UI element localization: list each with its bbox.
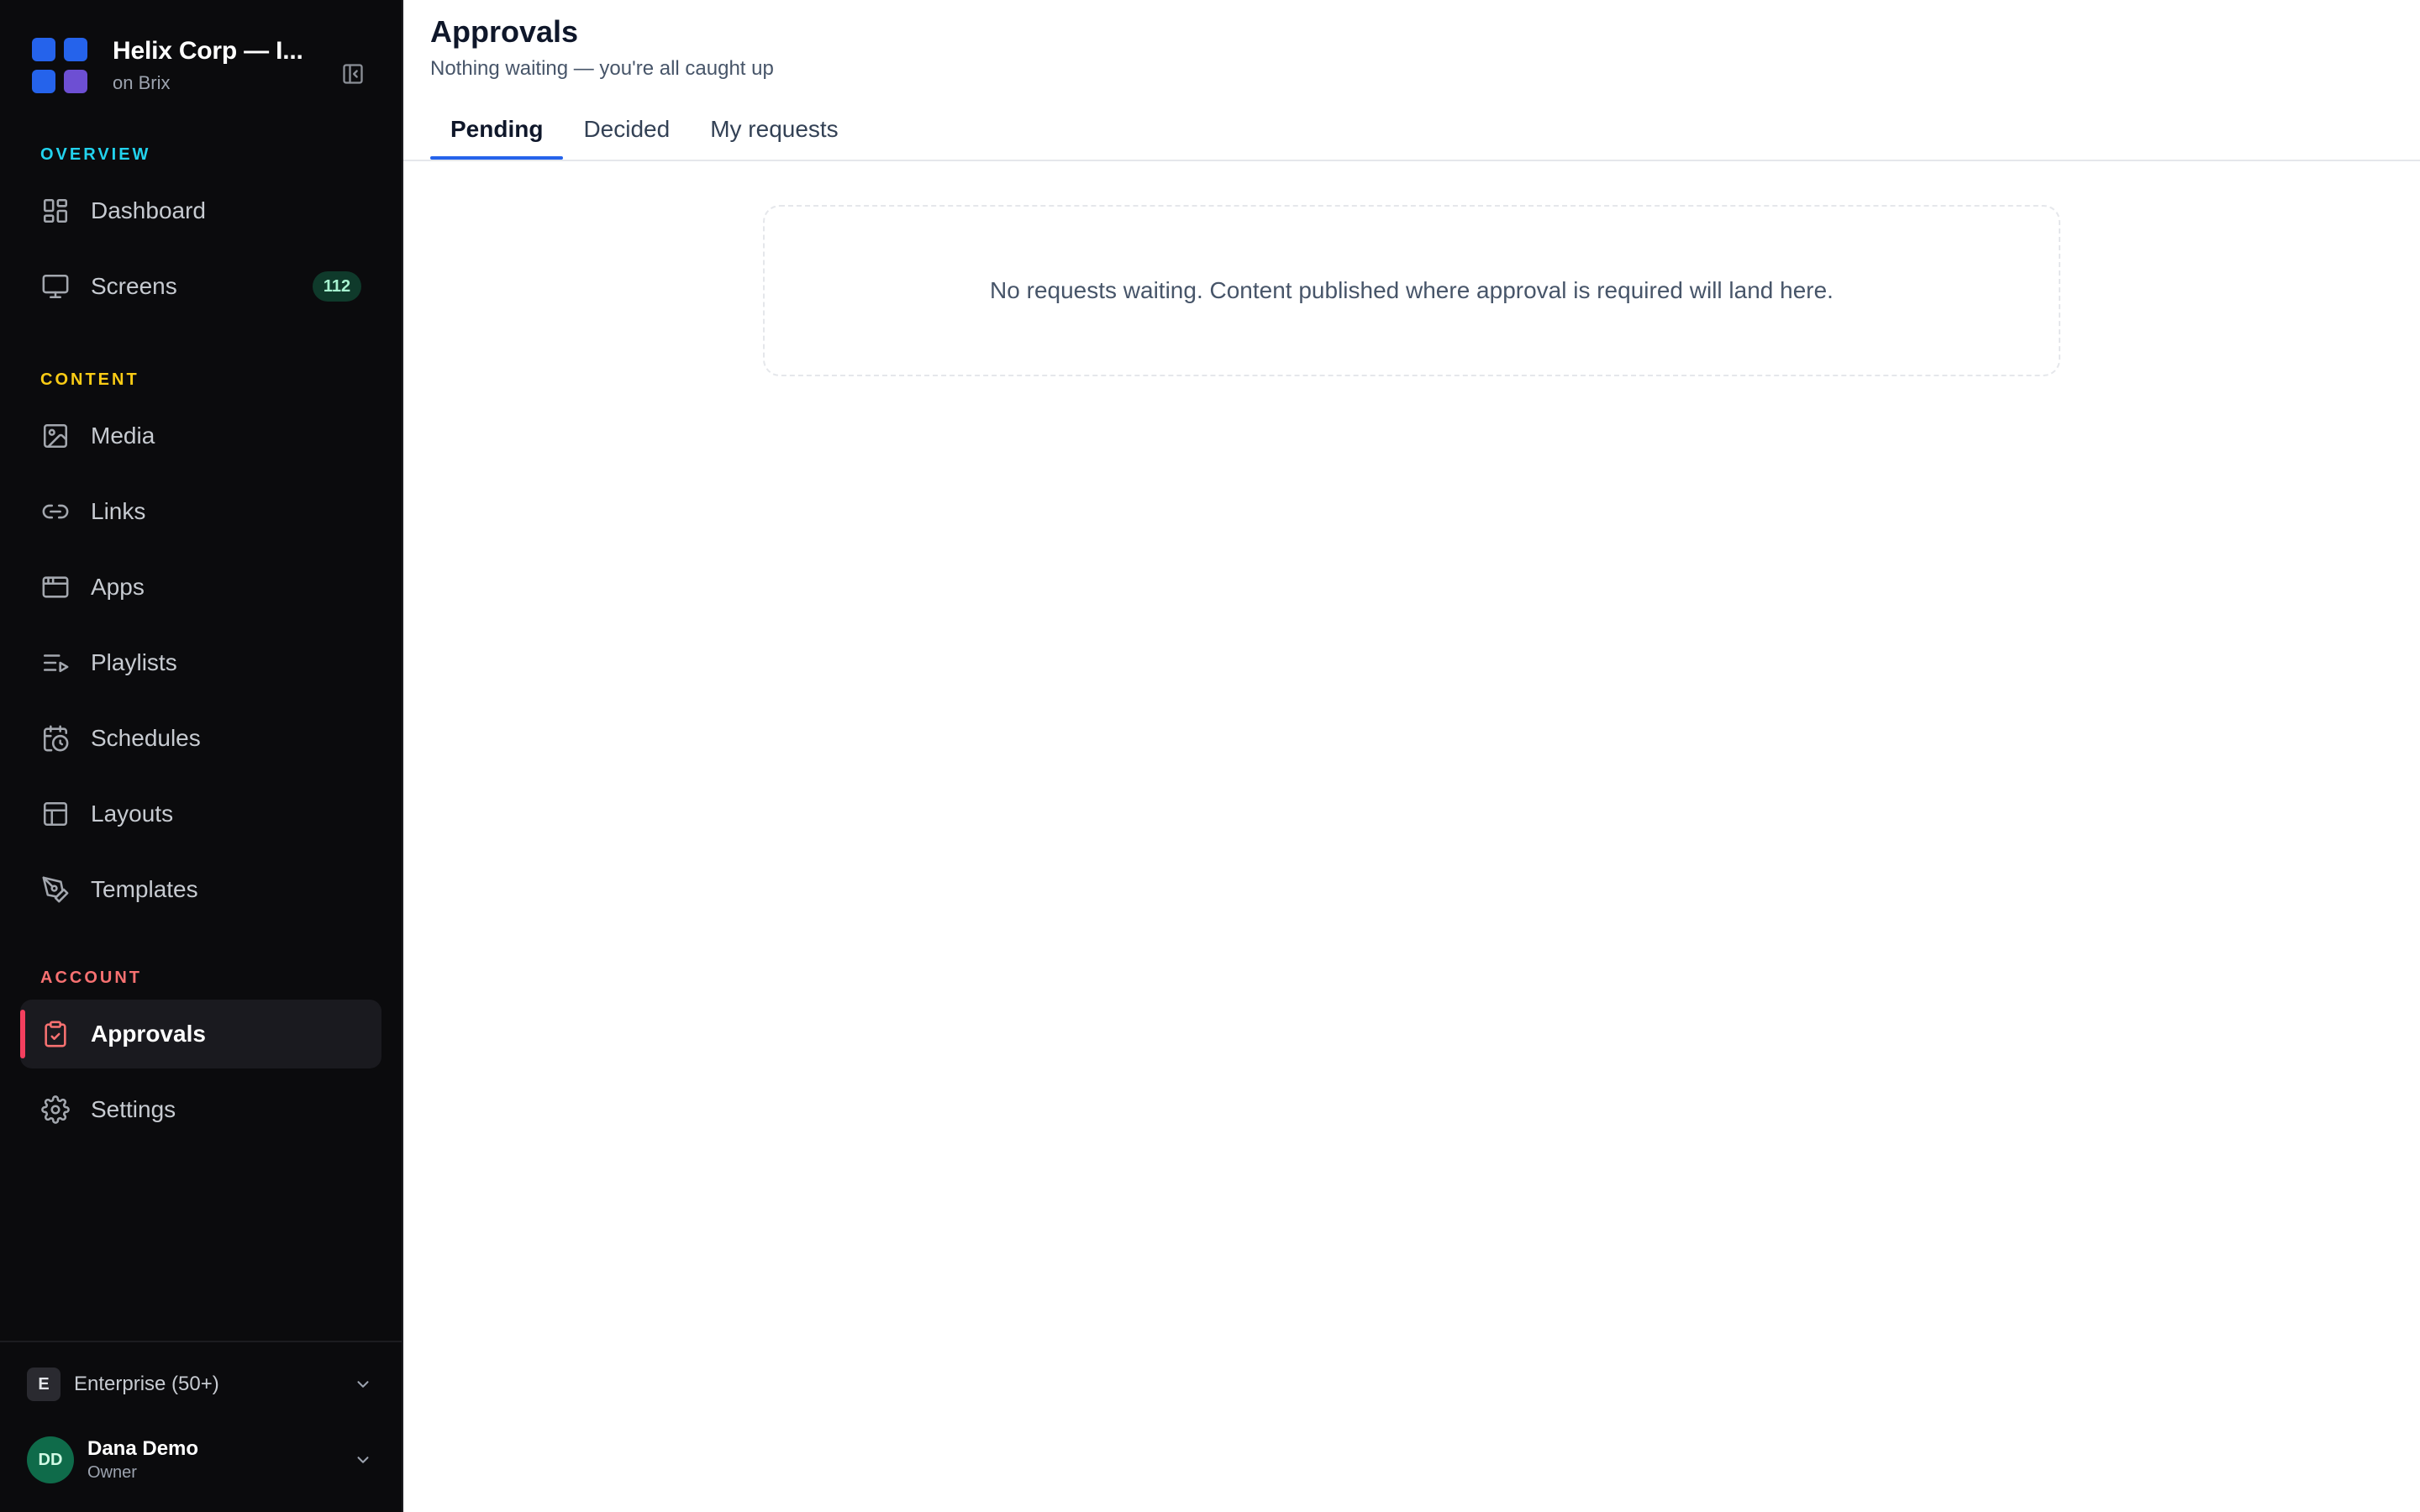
sidebar-item-label: Playlists (91, 649, 177, 675)
app-window-icon (40, 572, 71, 602)
page-title: Approvals (430, 14, 579, 49)
pen-tool-icon (40, 874, 71, 905)
empty-state-card: No requests waiting. Content published w… (763, 205, 2060, 376)
layout-icon (40, 799, 71, 829)
chevron-down-icon (351, 1373, 375, 1396)
collapse-sidebar-button[interactable] (339, 60, 366, 87)
sidebar-item-label: Screens (91, 273, 177, 299)
tab-decided[interactable]: Decided (563, 99, 690, 160)
brand-logo (32, 38, 87, 93)
section-label-content: CONTENT (40, 370, 139, 389)
sidebar-item-label: Apps (91, 574, 145, 600)
user-role: Owner (87, 1463, 137, 1482)
plan-selector[interactable]: E Enterprise (50+) (27, 1362, 375, 1406)
screens-count-badge: 112 (313, 271, 361, 302)
user-menu[interactable]: DD Dana Demo Owner (27, 1426, 375, 1494)
link-icon (40, 496, 71, 527)
sidebar-item-media[interactable]: Media (20, 402, 381, 470)
chevron-down-icon (351, 1448, 375, 1472)
logo-tile (64, 38, 87, 61)
main-content: Approvals Nothing waiting — you're all c… (403, 0, 2420, 1512)
calendar-clock-icon (40, 723, 71, 753)
sidebar-item-schedules[interactable]: Schedules (20, 704, 381, 773)
plan-chip: E (27, 1368, 60, 1401)
sidebar-item-templates[interactable]: Templates (20, 855, 381, 924)
sidebar-item-dashboard[interactable]: Dashboard (20, 176, 381, 245)
section-label-account: ACCOUNT (40, 969, 142, 987)
sidebar-item-playlists[interactable]: Playlists (20, 628, 381, 697)
approval-tabs: Pending Decided My requests (430, 99, 2420, 160)
user-name: Dana Demo (87, 1437, 199, 1460)
sidebar-item-label: Schedules (91, 725, 201, 751)
workspace-platform: on Brix (113, 72, 171, 93)
sidebar-item-label: Dashboard (91, 197, 206, 223)
plan-label: Enterprise (50+) (74, 1373, 219, 1395)
logo-tile (32, 70, 55, 93)
sidebar-item-approvals[interactable]: Approvals (20, 1000, 381, 1068)
sidebar-item-settings[interactable]: Settings (20, 1075, 381, 1144)
workspace-header[interactable]: Helix Corp — I... on Brix (0, 0, 402, 131)
tab-pending[interactable]: Pending (430, 99, 564, 160)
workspace-info: Helix Corp — I... on Brix (113, 35, 306, 96)
clipboard-check-icon (40, 1019, 71, 1049)
logo-tile (64, 70, 87, 93)
sidebar-item-label: Links (91, 498, 146, 524)
sidebar-item-label: Approvals (91, 1021, 206, 1047)
sidebar-item-layouts[interactable]: Layouts (20, 780, 381, 848)
section-label-overview: OVERVIEW (40, 145, 151, 164)
avatar: DD (27, 1436, 74, 1483)
image-icon (40, 421, 71, 451)
sidebar-item-screens[interactable]: Screens 112 (20, 252, 381, 321)
sidebar-item-label: Settings (91, 1096, 176, 1122)
sidebar-item-label: Media (91, 423, 155, 449)
sidebar-item-links[interactable]: Links (20, 477, 381, 546)
user-info: Dana Demo Owner (87, 1436, 198, 1483)
page-subtitle: Nothing waiting — you're all caught up (430, 57, 774, 80)
monitor-icon (40, 271, 71, 302)
page-header: Approvals Nothing waiting — you're all c… (403, 0, 2420, 82)
sidebar-item-label: Layouts (91, 801, 174, 827)
sidebar-item-label: Templates (91, 876, 198, 902)
dashboard-icon (40, 196, 71, 226)
sidebar-item-apps[interactable]: Apps (20, 553, 381, 622)
logo-tile (32, 38, 55, 61)
empty-state-message: No requests waiting. Content published w… (990, 277, 1833, 303)
tabs-divider (403, 160, 2420, 161)
app-shell: Helix Corp — I... on Brix OVERVIEW Dashb… (0, 0, 2420, 1512)
sidebar-collapse-icon (343, 64, 363, 84)
playlist-icon (40, 648, 71, 678)
workspace-name: Helix Corp — I... (113, 37, 303, 65)
sidebar-footer: E Enterprise (50+) DD Dana Demo Owner (0, 1341, 402, 1512)
tab-my-requests[interactable]: My requests (690, 99, 859, 160)
sidebar: Helix Corp — I... on Brix OVERVIEW Dashb… (0, 0, 403, 1512)
sidebar-nav: OVERVIEW Dashboard Screens 112 CONTENT M… (0, 131, 402, 1341)
gear-icon (40, 1095, 71, 1125)
